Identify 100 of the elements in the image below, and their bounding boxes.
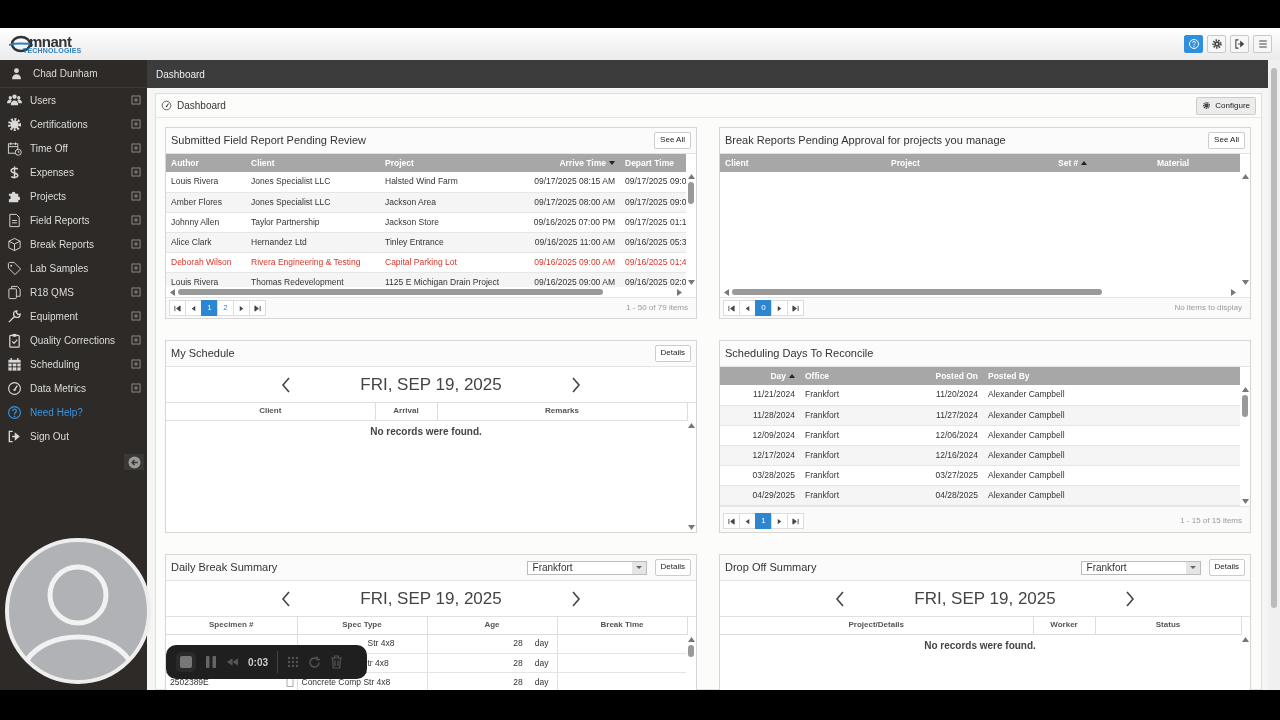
table-cell: Halsted Wind Farm xyxy=(380,172,514,192)
table-cell: Deborah Wilson xyxy=(166,252,246,272)
table-cell: 03/27/2025 xyxy=(925,465,983,485)
table-cell: 2502389E xyxy=(170,676,209,687)
table-cell: 12/06/2024 xyxy=(925,425,983,445)
table-cell: 11/28/2024 xyxy=(720,405,800,425)
table-cell: Alexander Campbell xyxy=(983,485,1240,505)
panel-title: Scheduling Days To Reconcile xyxy=(725,346,875,362)
sidebar-item[interactable]: R18 QMS xyxy=(0,280,147,304)
sidebar-item[interactable]: Equipment xyxy=(0,304,147,328)
table-cell: Jackson Store xyxy=(380,212,514,232)
pager-info: No items to display xyxy=(1174,302,1242,314)
details-button[interactable]: Details xyxy=(654,559,691,576)
column-header[interactable]: Specimen # xyxy=(166,617,297,634)
user-name: Chad Dunham xyxy=(33,67,98,81)
column-header[interactable]: Remarks xyxy=(437,403,687,420)
details-button[interactable]: Details xyxy=(654,345,691,362)
sidebar-item[interactable]: Break Reports xyxy=(0,232,147,256)
office-select[interactable]: Frankfort xyxy=(1080,560,1201,575)
table-cell: Frankfort xyxy=(800,405,925,425)
table-cell: Jackson Area xyxy=(380,192,514,212)
panel-title: Submitted Field Report Pending Review xyxy=(171,133,368,149)
table-cell: Amber Flores xyxy=(166,192,246,212)
table-cell: 12/09/2024 xyxy=(720,425,800,445)
table-cell: Alexander Campbell xyxy=(983,445,1240,465)
table-cell: 09/16/2025 09:00 AM xyxy=(514,252,620,272)
table-cell: Frankfort xyxy=(800,485,925,505)
logo-text: mnant xyxy=(29,33,72,49)
details-button[interactable]: Details xyxy=(1208,559,1245,576)
sidebar-item[interactable]: Quality Corrections xyxy=(0,328,147,352)
table-cell: Frankfort xyxy=(800,425,925,445)
table-cell: 09/16/2025 01:4 xyxy=(620,252,686,272)
table-cell: 04/28/2025 xyxy=(925,485,983,505)
panel-title: Daily Break Summary xyxy=(171,560,279,576)
sidebar-item[interactable]: Scheduling xyxy=(0,352,147,376)
table-cell: Hernandez Ltd xyxy=(246,232,380,252)
table-cell: Jones Specialist LLC xyxy=(246,172,380,192)
date-label: FRI, SEP 19, 2025 xyxy=(359,373,503,396)
table-cell: 09/16/2025 07:00 PM xyxy=(514,212,620,232)
table-cell: 09/16/2025 05:3 xyxy=(620,232,686,252)
table-cell: Taylor Partnership xyxy=(246,212,380,232)
sidebar-item[interactable]: Expenses xyxy=(0,160,147,184)
office-select[interactable]: Frankfort xyxy=(526,560,647,575)
empty-message: No records were found. xyxy=(923,638,1037,653)
table-cell: 11/27/2024 xyxy=(925,405,983,425)
table-cell: Alice Clark xyxy=(166,232,246,252)
column-header[interactable]: Spec Type xyxy=(297,617,427,634)
table-cell: Frankfort xyxy=(800,445,925,465)
pager-info: 1 - 15 of 15 items xyxy=(1180,515,1242,527)
table-cell: Alexander Campbell xyxy=(983,385,1240,405)
sidebar-item[interactable]: Lab Samples xyxy=(0,256,147,280)
table-cell: Capital Parking Lot xyxy=(380,252,514,272)
table-cell: 09/16/2025 11:00 AM xyxy=(514,232,620,252)
table-cell: 28 day xyxy=(427,653,557,673)
recording-timer: 0:03 xyxy=(248,655,268,670)
table-cell: 04/29/2025 xyxy=(720,485,800,505)
table-cell: 28 day xyxy=(427,634,557,654)
column-header[interactable]: Age xyxy=(427,617,557,634)
panel-title: My Schedule xyxy=(171,346,236,362)
see-all-button[interactable]: See All xyxy=(1208,132,1245,149)
table-cell: 11/20/2024 xyxy=(925,385,983,405)
sidebar-item[interactable]: Sign Out xyxy=(0,424,147,448)
column-header[interactable]: Status xyxy=(1095,617,1241,634)
sidebar-item[interactable]: Data Metrics xyxy=(0,376,147,400)
panel-title: Break Reports Pending Approval for projects you manage xyxy=(725,133,1007,149)
date-label: FRI, SEP 19, 2025 xyxy=(913,587,1057,610)
dashboard-title: Dashboard xyxy=(177,99,226,113)
sidebar-item[interactable]: Field Reports xyxy=(0,208,147,232)
table-cell: Jones Specialist LLC xyxy=(246,192,380,212)
date-label: FRI, SEP 19, 2025 xyxy=(359,587,503,610)
table-cell: 09/17/2025 08:15 AM xyxy=(514,172,620,192)
table-cell: Alexander Campbell xyxy=(983,405,1240,425)
breadcrumb: Dashboard xyxy=(156,67,205,82)
table-cell: 03/28/2025 xyxy=(720,465,800,485)
sidebar-item[interactable]: Need Help? xyxy=(0,400,147,424)
column-header[interactable]: Worker xyxy=(1033,617,1095,634)
table-cell: Frankfort xyxy=(800,465,925,485)
table-cell: 11/21/2024 xyxy=(720,385,800,405)
sidebar-item[interactable]: Certifications xyxy=(0,112,147,136)
sidebar-item[interactable]: Time Off xyxy=(0,136,147,160)
column-header[interactable]: Client xyxy=(166,403,375,420)
panel-title: Drop Off Summary xyxy=(725,560,818,576)
table-cell: 09/17/2025 08:00 AM xyxy=(514,192,620,212)
column-header[interactable]: Arrival xyxy=(375,403,437,420)
pager-info: 1 - 50 of 79 items xyxy=(626,302,688,314)
table-cell: 12/16/2024 xyxy=(925,445,983,465)
table-cell: 12/17/2024 xyxy=(720,445,800,465)
table-cell: Tinley Entrance xyxy=(380,232,514,252)
table-cell: 09/17/2025 09:0 xyxy=(620,192,686,212)
column-header[interactable]: Project/Details xyxy=(720,617,1033,634)
configure-button[interactable]: Configure xyxy=(1196,96,1256,115)
table-cell: 09/17/2025 01:1 xyxy=(620,212,686,232)
column-header[interactable]: Break Time xyxy=(557,617,687,634)
empty-message: No records were found. xyxy=(369,424,483,439)
table-cell: Louis Rivera xyxy=(166,172,246,192)
sidebar-item[interactable]: Users xyxy=(0,88,147,112)
sidebar-item[interactable]: Projects xyxy=(0,184,147,208)
table-cell: Johnny Allen xyxy=(166,212,246,232)
see-all-button[interactable]: See All xyxy=(654,132,691,149)
table-cell: Alexander Campbell xyxy=(983,425,1240,445)
